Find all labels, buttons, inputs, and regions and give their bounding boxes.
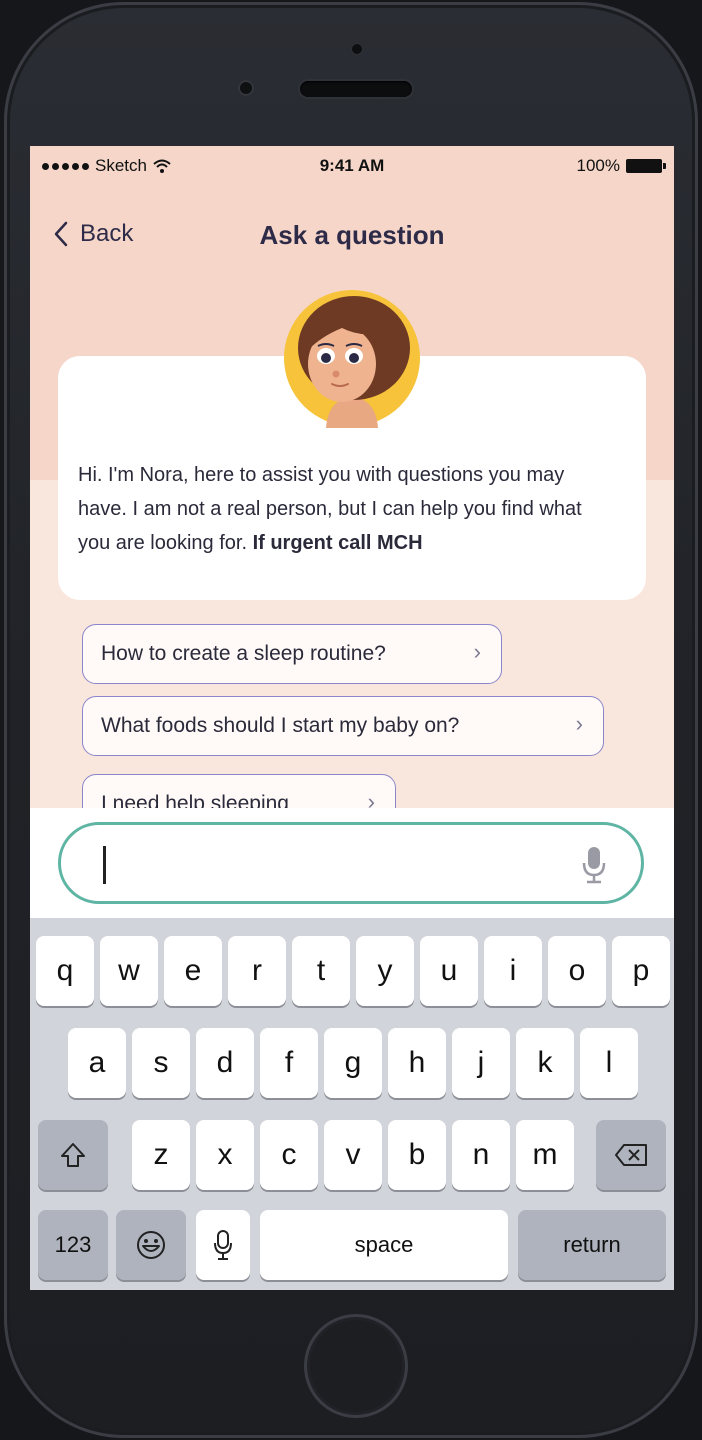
key-b[interactable]: b (388, 1120, 446, 1190)
key-n[interactable]: n (452, 1120, 510, 1190)
key-c[interactable]: c (260, 1120, 318, 1190)
chevron-right-icon: › (473, 639, 481, 664)
key-h[interactable]: h (388, 1028, 446, 1098)
nav-bar: Back Ask a question (30, 208, 674, 262)
key-y[interactable]: y (356, 936, 414, 1006)
app-screen: Sketch 9:41 AM 100% Back Ask a question (30, 146, 674, 1290)
status-bar: Sketch 9:41 AM 100% (30, 146, 674, 186)
key-k[interactable]: k (516, 1028, 574, 1098)
key-q[interactable]: q (36, 936, 94, 1006)
microphone-icon (214, 1230, 232, 1260)
key-z[interactable]: z (132, 1120, 190, 1190)
key-e[interactable]: e (164, 936, 222, 1006)
dictation-key[interactable] (196, 1210, 250, 1280)
text-caret (103, 846, 106, 884)
key-s[interactable]: s (132, 1028, 190, 1098)
key-m[interactable]: m (516, 1120, 574, 1190)
delete-key[interactable] (596, 1120, 666, 1190)
key-x[interactable]: x (196, 1120, 254, 1190)
front-camera (350, 42, 364, 56)
chevron-right-icon: › (575, 711, 583, 736)
keyboard: 123 space return qwertyuiop asdfghjkl zxcv… (30, 918, 674, 1290)
shift-key[interactable] (38, 1120, 108, 1190)
key-v[interactable]: v (324, 1120, 382, 1190)
suggestion-label: How to create a sleep routine? (101, 642, 386, 665)
page-title: Ask a question (259, 220, 445, 250)
key-i[interactable]: i (484, 936, 542, 1006)
suggestion-label: What foods should I start my baby on? (101, 714, 460, 737)
key-l[interactable]: l (580, 1028, 638, 1098)
assistant-message: Hi. I'm Nora, here to assist you with qu… (78, 458, 618, 560)
home-button[interactable] (304, 1314, 408, 1418)
key-u[interactable]: u (420, 936, 478, 1006)
backspace-icon (615, 1144, 647, 1166)
suggestion-chip-sleep-routine[interactable]: How to create a sleep routine? › (82, 624, 502, 684)
emoji-key[interactable] (116, 1210, 186, 1280)
key-f[interactable]: f (260, 1028, 318, 1098)
input-bar (30, 808, 674, 918)
return-key[interactable]: return (518, 1210, 666, 1280)
battery-group: 100% (576, 156, 666, 176)
shift-icon (61, 1143, 85, 1167)
key-a[interactable]: a (68, 1028, 126, 1098)
key-r[interactable]: r (228, 936, 286, 1006)
key-w[interactable]: w (100, 936, 158, 1006)
key-j[interactable]: j (452, 1028, 510, 1098)
key-d[interactable]: d (196, 1028, 254, 1098)
proximity-sensor (238, 80, 254, 96)
urgent-call-link[interactable]: If urgent call MCH (253, 532, 423, 554)
suggestion-chip-baby-foods[interactable]: What foods should I start my baby on? › (82, 696, 604, 756)
battery-percent: 100% (576, 156, 620, 175)
battery-icon (626, 159, 666, 173)
key-p[interactable]: p (612, 936, 670, 1006)
key-g[interactable]: g (324, 1028, 382, 1098)
key-o[interactable]: o (548, 936, 606, 1006)
emoji-icon (137, 1231, 165, 1259)
microphone-icon[interactable] (581, 845, 607, 885)
space-key[interactable]: space (260, 1210, 508, 1280)
earpiece-speaker (300, 81, 412, 97)
question-input[interactable] (58, 822, 644, 904)
assistant-avatar (284, 290, 420, 428)
key-t[interactable]: t (292, 936, 350, 1006)
numbers-key[interactable]: 123 (38, 1210, 108, 1280)
